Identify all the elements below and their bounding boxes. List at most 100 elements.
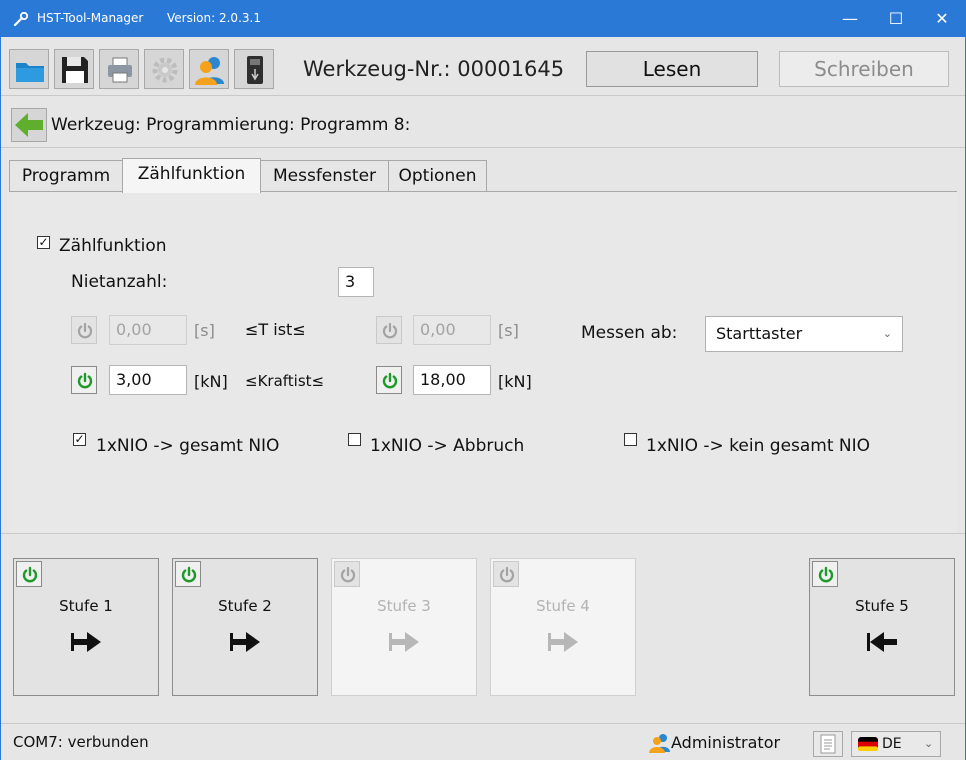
stage-4-label: Stufe 4 <box>536 597 590 615</box>
usb-device-icon <box>247 56 263 84</box>
count-function-checkbox[interactable]: ✓ <box>37 236 50 249</box>
option-total-nio-checkbox[interactable]: ✓ <box>73 433 86 446</box>
stage-1-label: Stufe 1 <box>59 597 113 615</box>
breadcrumb-divider <box>1 147 965 148</box>
users-button[interactable] <box>189 49 229 89</box>
write-button[interactable]: Schreiben <box>779 51 949 87</box>
power-icon <box>181 566 197 583</box>
stage-5-label: Stufe 5 <box>855 597 909 615</box>
app-window: HST-Tool-Manager Version: 2.0.3.1 — ☐ ✕ <box>0 0 966 760</box>
force-min-unit: [kN] <box>194 372 228 391</box>
measure-from-select[interactable]: Starttaster ⌄ <box>705 316 903 352</box>
settings-gear-icon <box>152 57 178 83</box>
power-icon <box>382 322 398 339</box>
time-max-unit: [s] <box>498 321 519 340</box>
save-button[interactable] <box>54 49 94 89</box>
stage-1-button[interactable]: Stufe 1 <box>13 558 159 696</box>
title-bar: HST-Tool-Manager Version: 2.0.3.1 — ☐ ✕ <box>1 1 965 37</box>
count-function-label: Zählfunktion <box>59 236 167 256</box>
stage-2-button[interactable]: Stufe 2 <box>172 558 318 696</box>
stage-2-power-toggle[interactable] <box>175 561 201 587</box>
open-button[interactable] <box>9 49 49 89</box>
user-icon <box>649 734 670 753</box>
tab-programm[interactable]: Programm <box>9 160 123 192</box>
force-max-unit: [kN] <box>498 372 532 391</box>
time-max-toggle[interactable] <box>376 316 402 344</box>
tool-number-label: Werkzeug-Nr.: 00001645 <box>303 57 565 81</box>
time-min-input[interactable]: 0,00 <box>109 315 187 345</box>
german-flag-icon <box>858 737 878 751</box>
stage-4-power-toggle[interactable] <box>493 561 519 587</box>
measure-from-label: Messen ab: <box>581 323 678 343</box>
chevron-down-icon: ⌄ <box>924 737 934 750</box>
option-abort-label: 1xNIO -> Abbruch <box>370 436 525 456</box>
stage-4-button[interactable]: Stufe 4 <box>490 558 636 696</box>
user-icon <box>195 57 224 85</box>
tab-messfenster[interactable]: Messfenster <box>260 160 389 192</box>
back-button[interactable] <box>11 108 47 142</box>
stage-5-button[interactable]: Stufe 5 <box>809 558 955 696</box>
document-icon <box>820 734 836 754</box>
stage-2-label: Stufe 2 <box>218 597 272 615</box>
breadcrumb-text: Werkzeug: Programmierung: Programm 8: <box>51 115 411 135</box>
wrench-icon <box>13 12 29 26</box>
option-no-total-nio-label: 1xNIO -> kein gesamt NIO <box>646 436 871 456</box>
power-icon <box>382 372 398 389</box>
power-icon <box>340 566 356 583</box>
force-min-input[interactable]: 3,00 <box>109 365 187 395</box>
language-select[interactable]: DE ⌄ <box>851 731 941 757</box>
chevron-down-icon: ⌄ <box>882 327 892 340</box>
time-min-toggle[interactable] <box>71 316 97 344</box>
option-no-total-nio-checkbox[interactable] <box>624 433 637 446</box>
arrow-right-bar-icon <box>71 632 101 652</box>
read-button[interactable]: Lesen <box>586 51 758 87</box>
rivet-count-label: Nietanzahl: <box>71 272 168 292</box>
arrow-right-bar-icon <box>230 632 260 652</box>
arrow-right-bar-icon <box>389 632 419 652</box>
window-title: HST-Tool-Manager <box>37 11 144 25</box>
rivet-count-input[interactable]: 3 <box>338 267 374 297</box>
stage-3-button[interactable]: Stufe 3 <box>331 558 477 696</box>
language-value: DE <box>882 736 902 752</box>
tab-optionen[interactable]: Optionen <box>388 160 487 192</box>
save-icon <box>62 57 88 83</box>
back-arrow-icon <box>15 113 43 137</box>
option-abort-checkbox[interactable] <box>348 433 361 446</box>
toolbar-divider <box>1 95 965 96</box>
time-range-label: ≤T ist≤ <box>245 320 306 339</box>
force-max-input[interactable]: 18,00 <box>413 365 491 395</box>
window-version: Version: 2.0.3.1 <box>167 11 261 25</box>
maximize-button[interactable]: ☐ <box>873 1 919 37</box>
folder-open-icon <box>16 63 44 82</box>
arrow-right-bar-icon <box>548 632 578 652</box>
stage-1-power-toggle[interactable] <box>16 561 42 587</box>
close-button[interactable]: ✕ <box>919 1 965 37</box>
force-range-label: ≤Kraftist≤ <box>245 372 325 390</box>
time-min-unit: [s] <box>194 321 215 340</box>
usb-button[interactable] <box>234 49 274 89</box>
connection-status: COM7: verbunden <box>13 733 149 751</box>
panel-divider <box>1 533 965 534</box>
force-max-toggle[interactable] <box>376 366 402 394</box>
measure-from-value: Starttaster <box>716 324 803 343</box>
stage-3-power-toggle[interactable] <box>334 561 360 587</box>
power-icon <box>77 322 93 339</box>
option-total-nio-label: 1xNIO -> gesamt NIO <box>96 436 280 456</box>
power-icon <box>818 566 834 583</box>
settings-button[interactable] <box>144 49 184 89</box>
power-icon <box>77 372 93 389</box>
status-bar: COM7: verbunden Administrator DE ⌄ <box>1 723 965 760</box>
toolbar: Werkzeug-Nr.: 00001645 Lesen Schreiben <box>1 37 965 93</box>
log-button[interactable] <box>813 731 843 757</box>
print-button[interactable] <box>99 49 139 89</box>
force-min-toggle[interactable] <box>71 366 97 394</box>
tab-zaehlfunktion[interactable]: Zählfunktion <box>122 158 261 193</box>
arrow-left-bar-icon <box>867 632 897 652</box>
power-icon <box>499 566 515 583</box>
time-max-input[interactable]: 0,00 <box>413 315 491 345</box>
current-user: Administrator <box>671 733 781 752</box>
stage-5-power-toggle[interactable] <box>812 561 838 587</box>
minimize-button[interactable]: — <box>827 1 873 37</box>
print-icon <box>108 57 132 83</box>
stage-3-label: Stufe 3 <box>377 597 431 615</box>
